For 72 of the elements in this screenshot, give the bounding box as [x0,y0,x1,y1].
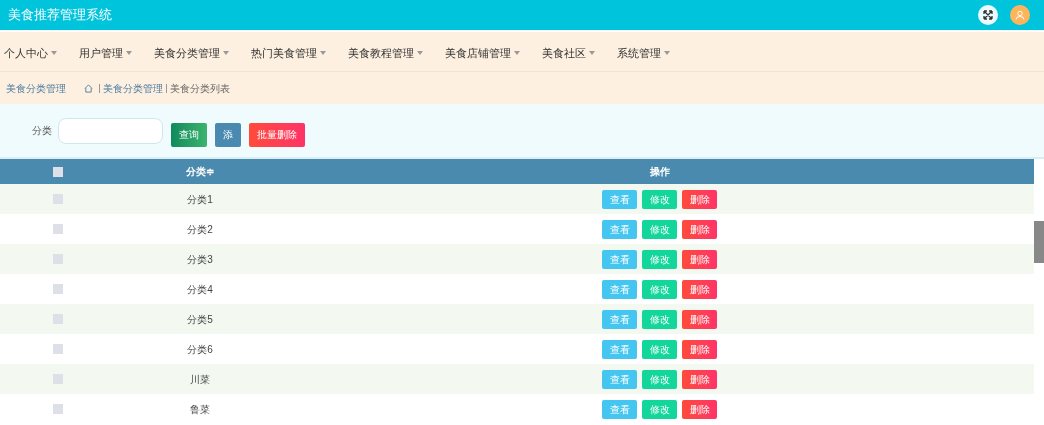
user-avatar-icon[interactable] [1010,5,1030,25]
category-name: 分类4 [187,282,213,297]
delete-button[interactable]: 删除 [682,189,717,209]
category-name: 分类3 [187,252,213,267]
edit-button[interactable]: 修改 [642,309,677,329]
caret-icon [223,50,229,55]
nav-menu[interactable]: 美食分类管理 [150,44,247,61]
caret-icon [514,50,520,55]
edit-button[interactable]: 修改 [642,279,677,299]
breadcrumb-link[interactable]: 美食分类列表 [170,80,230,96]
category-name: 分类1 [187,192,213,207]
checkbox[interactable] [52,254,63,264]
delete-button[interactable]: 删除 [682,369,717,389]
delete-button[interactable]: 删除 [682,309,717,329]
checkbox[interactable] [52,166,63,177]
nav-menu[interactable]: 美食社区 [538,44,613,61]
nav-menu[interactable]: 美食店铺管理 [441,44,538,61]
view-button[interactable]: 查看 [602,339,637,359]
app-title: 美食推荐管理系统 [8,6,112,25]
nav-menu[interactable]: 美食教程管理 [344,44,441,61]
view-button[interactable]: 查看 [602,399,637,419]
add-button[interactable]: 添 [215,122,241,147]
field-label: 分类 [32,124,52,138]
delete-button[interactable]: 批量删除 [249,122,305,147]
delete-button[interactable]: 删除 [682,339,717,359]
category-name: 鲁菜 [190,402,210,417]
caret-icon [417,50,423,55]
breadcrumb-link[interactable]: 美食分类管理 [103,80,163,96]
column-header[interactable]: 分类≑ [186,164,214,179]
view-button[interactable]: 查看 [602,249,637,269]
delete-button[interactable]: 删除 [682,399,717,419]
nav-menu[interactable]: 热门美食管理 [247,44,344,61]
caret-icon [589,50,595,55]
edit-button[interactable]: 修改 [642,339,677,359]
caret-icon [320,50,326,55]
delete-button[interactable]: 删除 [682,279,717,299]
fullscreen-icon[interactable] [978,5,998,25]
view-button[interactable]: 查看 [602,219,637,239]
caret-icon [664,50,670,55]
category-name: 分类2 [187,222,213,237]
checkbox[interactable] [52,194,63,204]
category-name: 分类5 [187,312,213,327]
caret-icon [51,50,57,55]
edit-button[interactable]: 修改 [642,249,677,269]
nav-menu[interactable]: 系统管理 [613,44,688,61]
checkbox[interactable] [52,284,63,294]
home-icon[interactable] [84,83,93,93]
category-input[interactable] [58,117,163,144]
checkbox[interactable] [52,404,63,414]
nav-menu[interactable]: 用户管理 [75,44,150,61]
edit-button[interactable]: 修改 [642,189,677,209]
edit-button[interactable]: 修改 [642,399,677,419]
scrollbar-thumb[interactable] [1034,221,1044,263]
checkbox[interactable] [52,374,63,384]
checkbox[interactable] [52,344,63,354]
category-name: 分类6 [187,342,213,357]
page-title: 美食分类管理 [6,81,66,96]
checkbox[interactable] [52,314,63,324]
search-button[interactable]: 查询 [171,122,207,147]
nav-menu[interactable]: 个人中心 [0,44,75,61]
caret-icon [126,50,132,55]
view-button[interactable]: 查看 [602,369,637,389]
view-button[interactable]: 查看 [602,279,637,299]
column-header: 操作 [649,165,670,179]
edit-button[interactable]: 修改 [642,219,677,239]
delete-button[interactable]: 删除 [682,249,717,269]
view-button[interactable]: 查看 [602,189,637,209]
edit-button[interactable]: 修改 [642,369,677,389]
category-name: 川菜 [190,372,210,387]
checkbox[interactable] [52,224,63,234]
view-button[interactable]: 查看 [602,309,637,329]
delete-button[interactable]: 删除 [682,219,717,239]
